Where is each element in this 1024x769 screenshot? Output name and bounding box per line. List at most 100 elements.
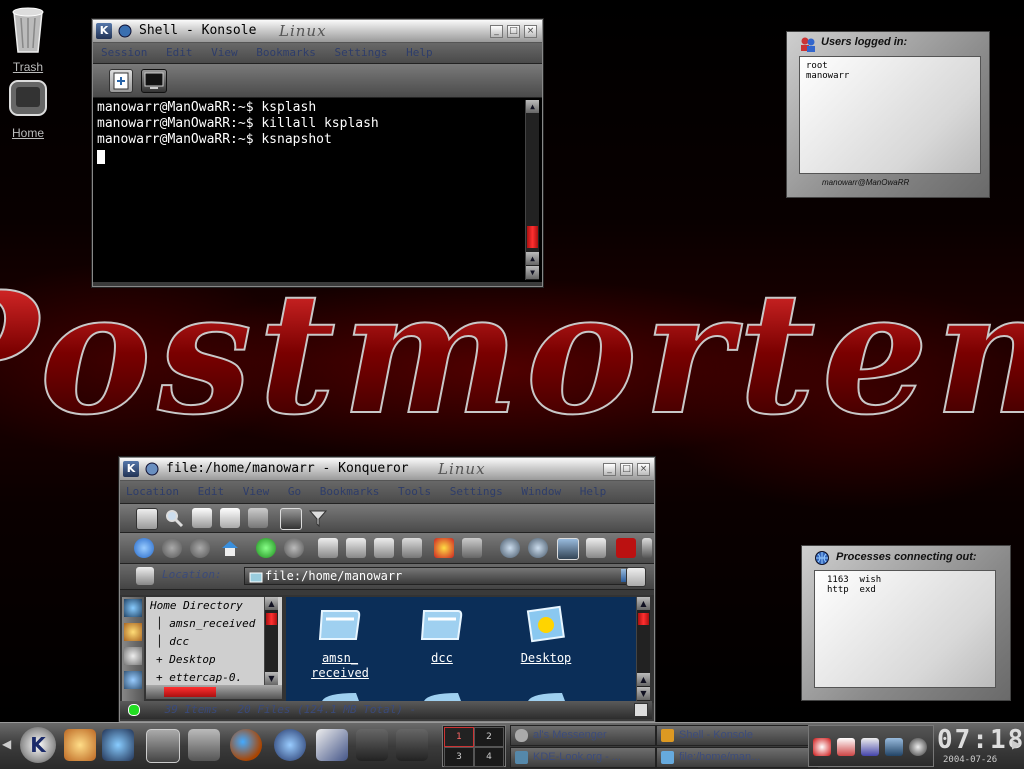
scroll-thumb[interactable] bbox=[266, 613, 277, 625]
scroll-thumb[interactable] bbox=[638, 613, 649, 625]
tree-item[interactable]: │ amsn_received bbox=[146, 615, 282, 633]
split-view-button[interactable] bbox=[220, 508, 240, 528]
bookmark-button[interactable] bbox=[434, 538, 454, 558]
find-button[interactable] bbox=[164, 508, 184, 528]
scroll-down-arrow[interactable]: ▼ bbox=[526, 266, 539, 279]
new-session-button[interactable] bbox=[109, 69, 133, 93]
scroll-up-arrow-2[interactable]: ▲ bbox=[526, 252, 539, 265]
pager-desktop-3[interactable]: 3 bbox=[444, 747, 474, 767]
task-browser[interactable]: KDE-Look.org - ... bbox=[510, 747, 656, 768]
menu-edit[interactable]: Edit bbox=[198, 485, 225, 498]
status-view-toggle[interactable] bbox=[634, 703, 648, 717]
up-button[interactable] bbox=[134, 538, 154, 558]
menu-bookmarks[interactable]: Bookmarks bbox=[320, 485, 380, 498]
menu-session[interactable]: Session bbox=[101, 46, 147, 59]
tree-item[interactable]: + ettercap-0. bbox=[146, 669, 282, 685]
file-item[interactable]: dcc bbox=[402, 601, 482, 666]
session-tab[interactable] bbox=[141, 69, 167, 93]
terminal-output[interactable]: manowarr@ManOwaRR:~$ ksplash manowarr@Ma… bbox=[93, 98, 542, 282]
scroll-up-arrow-2[interactable]: ▲ bbox=[637, 673, 650, 686]
scroll-down-arrow[interactable]: ▼ bbox=[637, 687, 650, 700]
close-button[interactable]: × bbox=[637, 463, 650, 476]
panel-hide-right-button[interactable]: ▶ bbox=[1012, 737, 1021, 751]
zoom-in-button[interactable] bbox=[500, 538, 520, 558]
terminal-emulator-button[interactable] bbox=[280, 508, 302, 530]
file-item[interactable]: amsn_ received bbox=[300, 601, 380, 681]
menu-go[interactable]: Go bbox=[288, 485, 301, 498]
detailed-view-button[interactable] bbox=[616, 538, 636, 558]
filter-button[interactable] bbox=[308, 508, 328, 528]
tree-hscrollbar[interactable] bbox=[146, 685, 282, 699]
konsole-titlebar[interactable]: K Shell - Konsole Linux _ □ × bbox=[93, 20, 542, 43]
minimize-button[interactable]: _ bbox=[490, 25, 503, 38]
stop-button[interactable] bbox=[284, 538, 304, 558]
task-konsole[interactable]: Shell - Konsole bbox=[656, 725, 818, 746]
back-button[interactable] bbox=[162, 538, 182, 558]
minimize-button[interactable]: _ bbox=[603, 463, 616, 476]
tray-alert-icon[interactable] bbox=[813, 738, 831, 756]
close-button[interactable]: × bbox=[524, 25, 537, 38]
sidebar-tab-home[interactable] bbox=[124, 671, 142, 689]
fileview-scrollbar[interactable]: ▲ ▲ ▼ bbox=[636, 597, 650, 701]
task-konqueror[interactable]: file:/home/man... bbox=[656, 747, 818, 768]
network-launcher-icon[interactable] bbox=[102, 729, 134, 761]
pager-desktop-2[interactable]: 2 bbox=[474, 727, 504, 747]
sidebar-button[interactable] bbox=[248, 508, 268, 528]
konqueror-info-button[interactable] bbox=[136, 508, 158, 530]
tray-download-icon[interactable] bbox=[909, 738, 927, 756]
file-icon-view[interactable]: amsn_ received dcc Desktop bbox=[286, 597, 636, 701]
window-menu-icon[interactable]: K bbox=[123, 461, 139, 477]
home-desktop-icon[interactable]: Home bbox=[0, 78, 56, 140]
icon-view-button[interactable] bbox=[557, 538, 579, 560]
menu-edit[interactable]: Edit bbox=[166, 46, 193, 59]
kmenu-button[interactable]: K bbox=[20, 727, 56, 763]
menu-settings[interactable]: Settings bbox=[450, 485, 503, 498]
paste-button[interactable] bbox=[374, 538, 394, 558]
kmail-launcher-icon[interactable] bbox=[316, 729, 348, 761]
reload-button[interactable] bbox=[256, 538, 276, 558]
forward-button[interactable] bbox=[190, 538, 210, 558]
directory-tree[interactable]: Home Directory │ amsn_received │ dcc + D… bbox=[146, 597, 282, 685]
panel-hide-left-button[interactable]: ◀ bbox=[2, 737, 11, 751]
firefox-launcher-icon[interactable] bbox=[230, 729, 262, 761]
tree-scrollbar[interactable]: ▲ ▼ bbox=[264, 597, 278, 685]
toolbar-overflow-button[interactable] bbox=[642, 538, 652, 558]
sidebar-tab-network[interactable] bbox=[124, 599, 142, 617]
konsole-window[interactable]: K Shell - Konsole Linux _ □ × Session Ed… bbox=[92, 19, 543, 287]
menu-bookmarks[interactable]: Bookmarks bbox=[256, 46, 316, 59]
desktop-launcher-icon[interactable] bbox=[146, 729, 180, 763]
menu-view[interactable]: View bbox=[211, 46, 238, 59]
go-button[interactable] bbox=[626, 567, 646, 587]
menu-location[interactable]: Location bbox=[126, 485, 179, 498]
menu-settings[interactable]: Settings bbox=[334, 46, 387, 59]
sidebar-tab-bookmarks[interactable] bbox=[124, 623, 142, 641]
scroll-down-arrow[interactable]: ▼ bbox=[265, 672, 278, 685]
cut-button[interactable] bbox=[318, 538, 338, 558]
menu-view[interactable]: View bbox=[243, 485, 270, 498]
konqueror-launcher-icon[interactable] bbox=[274, 729, 306, 761]
tree-item[interactable]: Home Directory bbox=[146, 597, 282, 615]
scroll-thumb[interactable] bbox=[527, 226, 538, 248]
pager-desktop-4[interactable]: 4 bbox=[474, 747, 504, 767]
scroll-up-arrow[interactable]: ▲ bbox=[637, 597, 650, 610]
konqueror-window[interactable]: K file:/home/manowarr - Konqueror Linux … bbox=[119, 457, 655, 722]
konqueror-titlebar[interactable]: K file:/home/manowarr - Konqueror Linux … bbox=[120, 458, 654, 481]
print-button-2[interactable] bbox=[402, 538, 422, 558]
menu-window[interactable]: Window bbox=[521, 485, 561, 498]
list-view-button[interactable] bbox=[586, 538, 606, 558]
tray-calendar-icon[interactable] bbox=[861, 738, 879, 756]
scroll-up-arrow[interactable]: ▲ bbox=[265, 597, 278, 610]
menu-help[interactable]: Help bbox=[580, 485, 607, 498]
window-menu-icon[interactable]: K bbox=[96, 23, 112, 39]
maximize-button[interactable]: □ bbox=[507, 25, 520, 38]
print-button[interactable] bbox=[192, 508, 212, 528]
tray-clipboard-icon[interactable] bbox=[837, 738, 855, 756]
clock-time[interactable]: 07:18 bbox=[937, 725, 1024, 755]
gimp-launcher-icon[interactable] bbox=[356, 729, 388, 761]
task-messenger[interactable]: al's Messenger bbox=[510, 725, 656, 746]
menu-help[interactable]: Help bbox=[406, 46, 433, 59]
location-input[interactable]: file:/home/manowarr bbox=[244, 567, 638, 585]
home-launcher-icon[interactable] bbox=[188, 729, 220, 761]
pager-desktop-1[interactable]: 1 bbox=[444, 727, 474, 747]
tree-item[interactable]: │ dcc bbox=[146, 633, 282, 651]
